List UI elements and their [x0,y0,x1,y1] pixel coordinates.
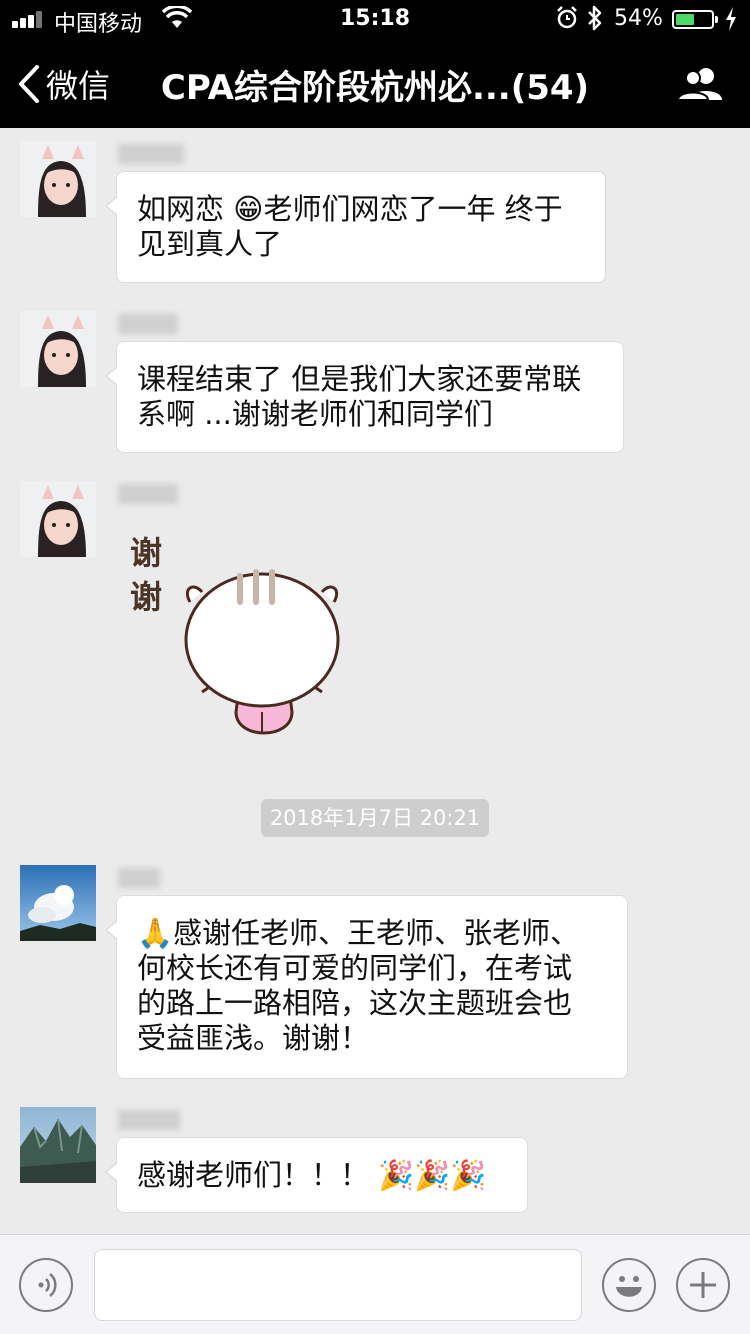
message-text-line: 系啊 ...谢谢老师们和同学们 [137,397,493,431]
bluetooth-icon [588,5,602,31]
charging-icon [726,7,736,31]
message-bubble[interactable]: 🙏感谢任老师、王老师、张老师、 何校长还有可爱的同学们，在考试 的路上一路相陪，… [105,895,628,1079]
plus-icon [690,1272,716,1298]
chat-title: CPA综合阶段杭州必...(54) [160,68,590,108]
sender-name [118,484,178,504]
emoji-button[interactable] [602,1258,656,1312]
message-bubble[interactable]: 课程结束了 但是我们大家还要常联 系啊 ...谢谢老师们和同学们 [105,341,624,453]
message-text-line: 🙏感谢任老师、王老师、张老师、 [137,916,580,950]
avatar[interactable] [20,865,96,941]
timestamp-label: 2018年1月7日 20:21 [261,799,489,837]
message-text-line: 受益匪浅。谢谢！ [137,1021,370,1055]
battery-level-fill [676,14,694,25]
sticker-text: 谢 [130,534,163,572]
message-text-line: 的路上一路相陪，这次主题班会也 [137,986,573,1020]
avatar[interactable] [20,481,96,557]
sender-name [118,314,178,334]
battery-icon [672,10,718,29]
sender-name [118,868,160,888]
battery-percentage: 54% [614,6,663,31]
chat-header: 微信 CPA综合阶段杭州必...(54) [0,40,750,128]
voice-icon [38,1273,57,1297]
emoji-icon [616,1276,642,1297]
status-bar: 中国移动 15:18 54% [0,0,750,40]
message-text-line: 感谢老师们！！！ 🎉🎉🎉 [137,1158,487,1192]
sticker-text: 谢 [130,578,163,616]
back-button[interactable]: 微信 [18,62,110,106]
message-bubble[interactable]: 感谢老师们！！！ 🎉🎉🎉 [105,1137,528,1213]
message-text-line: 课程结束了 但是我们大家还要常联 [137,362,582,396]
message-text-line: 见到真人了 [137,227,283,261]
back-label: 微信 [46,67,111,105]
input-toolbar [0,1234,750,1334]
group-members-icon[interactable] [676,66,726,102]
alarm-icon [557,6,577,29]
chevron-left-icon [19,65,39,103]
voice-button[interactable] [19,1258,73,1312]
sender-name [118,144,184,164]
message-text-line: 如网恋 😁老师们网恋了一年 终于 [137,192,563,226]
message-input[interactable] [94,1249,582,1321]
avatar[interactable] [20,141,96,217]
sender-name [118,1110,180,1130]
more-button[interactable] [676,1258,730,1312]
cat-sticker-icon [184,569,340,735]
message-text-line: 何校长还有可爱的同学们，在考试 [137,951,573,985]
avatar[interactable] [20,1107,96,1183]
sticker-message[interactable]: 谢 谢 [122,528,352,748]
message-bubble[interactable]: 如网恋 😁老师们网恋了一年 终于 见到真人了 [105,171,606,283]
avatar[interactable] [20,311,96,387]
